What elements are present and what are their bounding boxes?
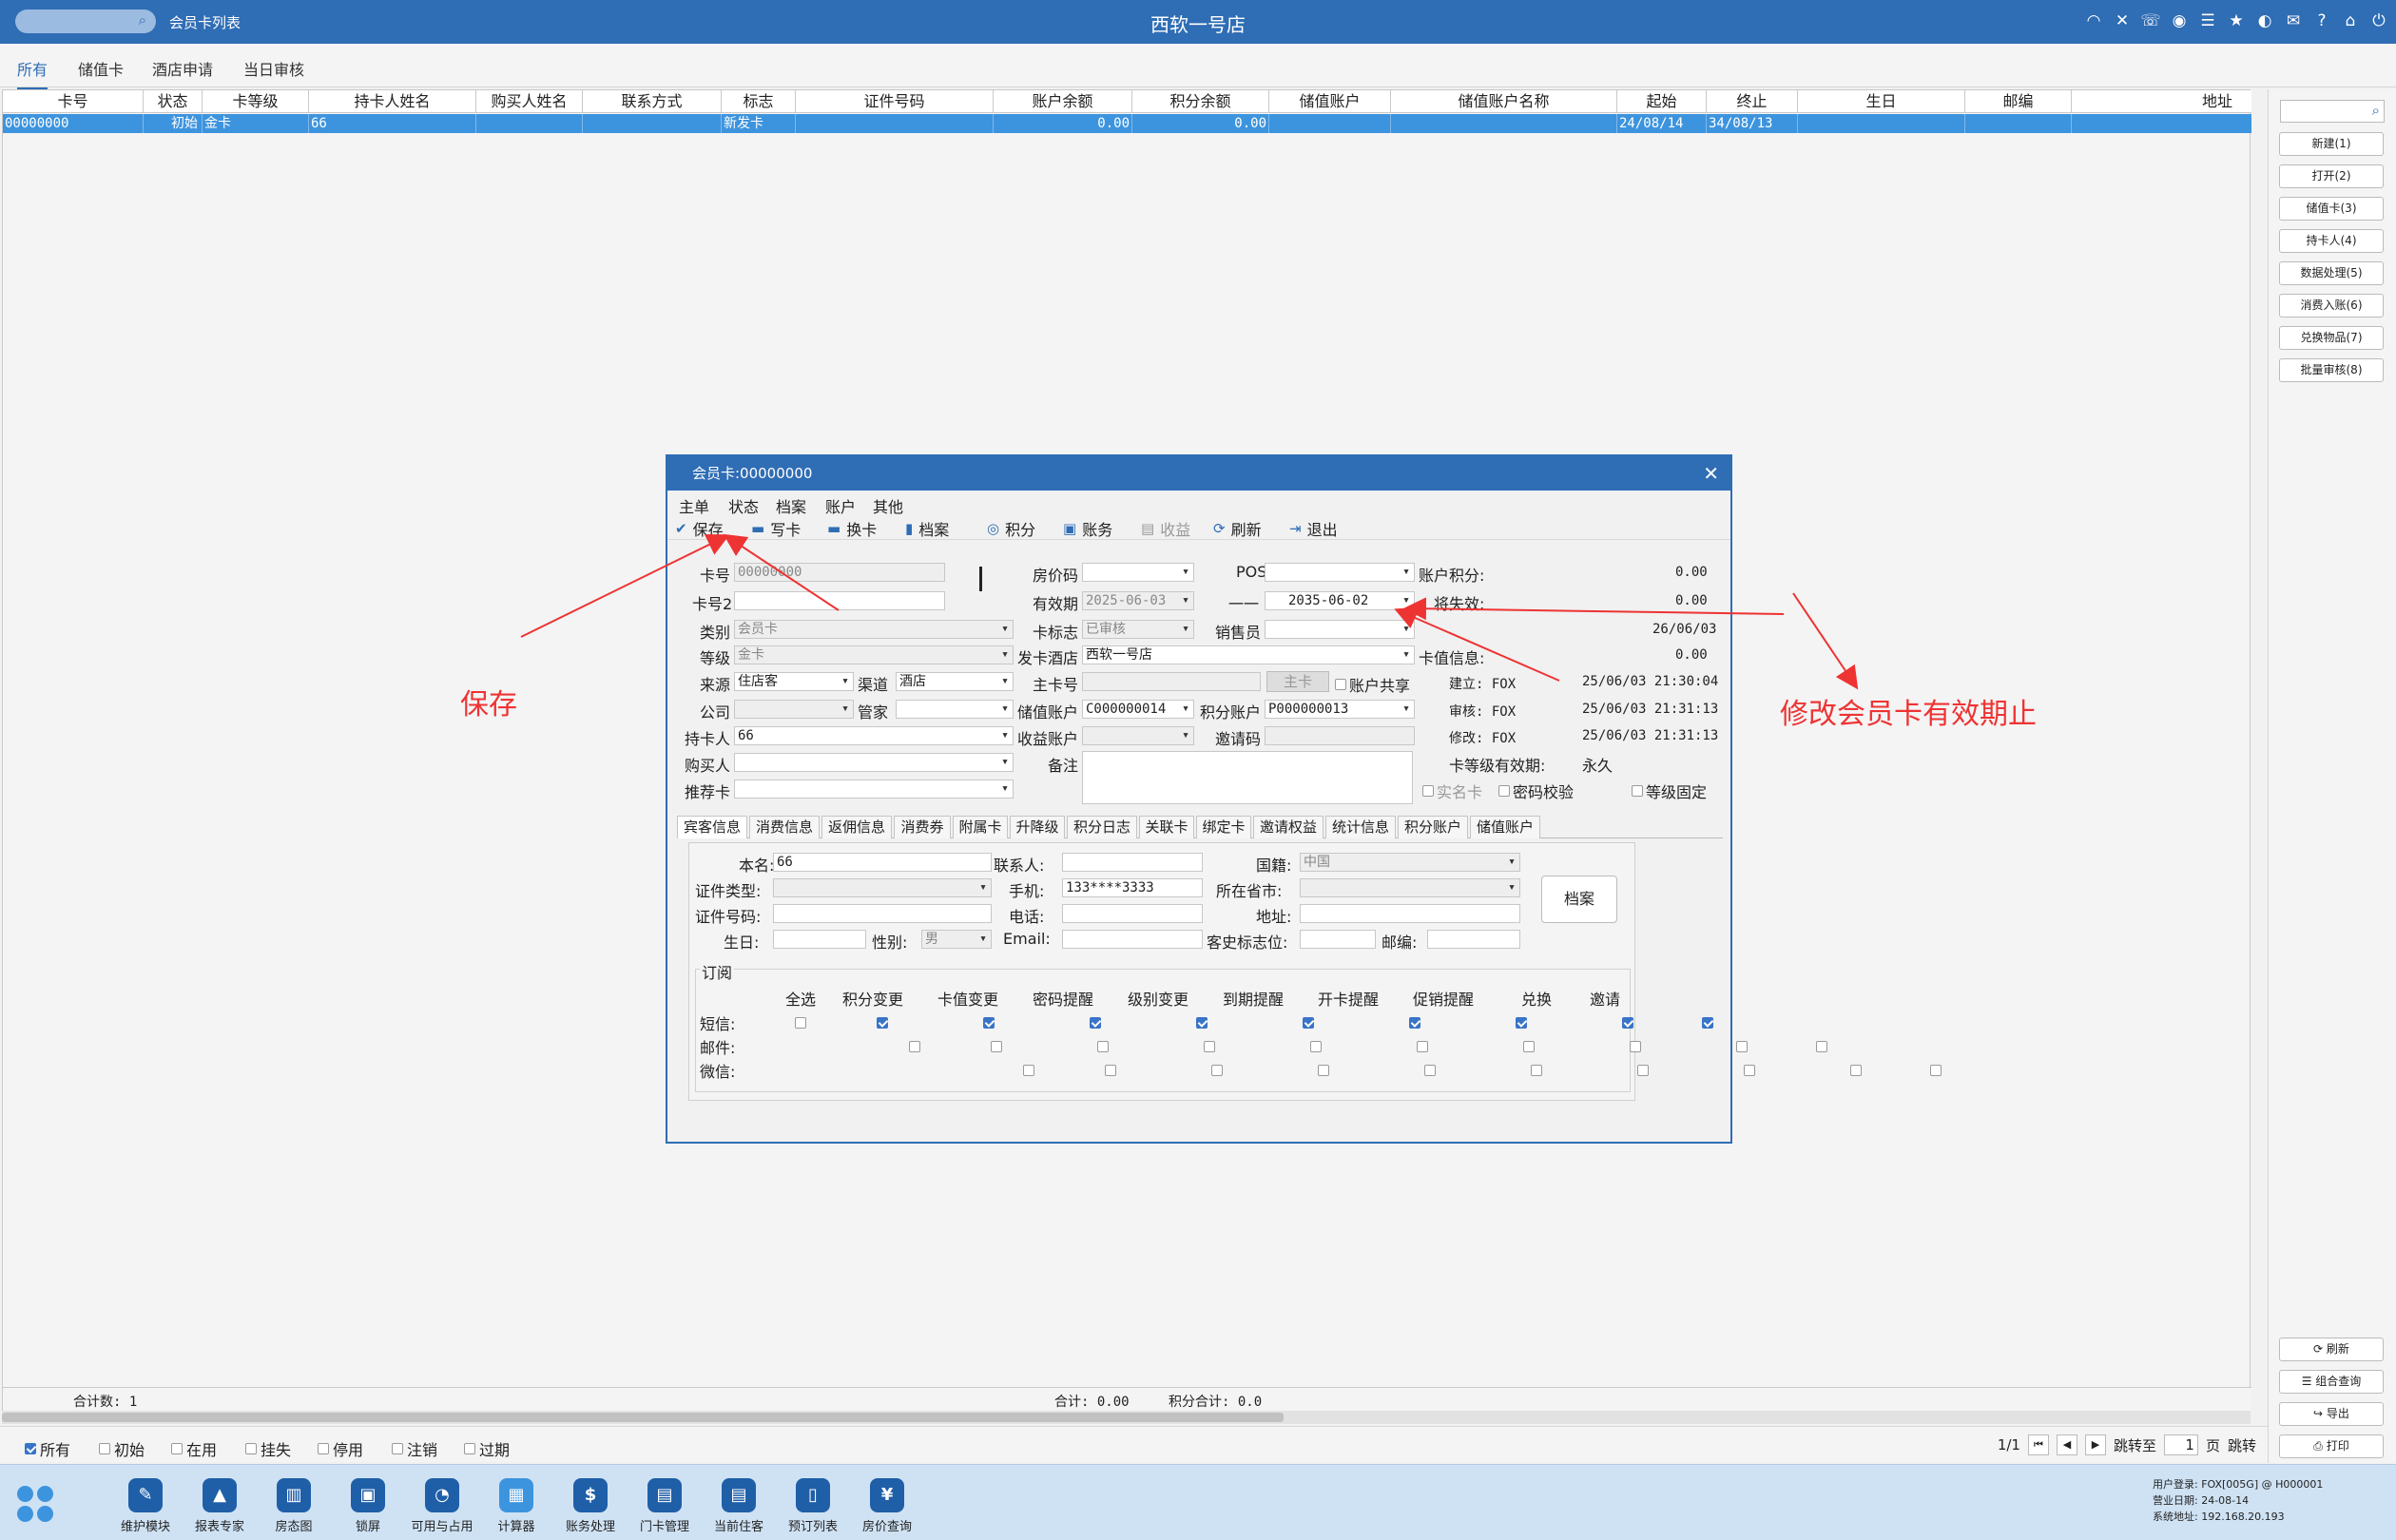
annotation-modify: 修改会员卡有效期止 (1780, 698, 2037, 731)
annotation-save: 保存 (460, 688, 517, 722)
annotation-arrows (520, 533, 1859, 690)
